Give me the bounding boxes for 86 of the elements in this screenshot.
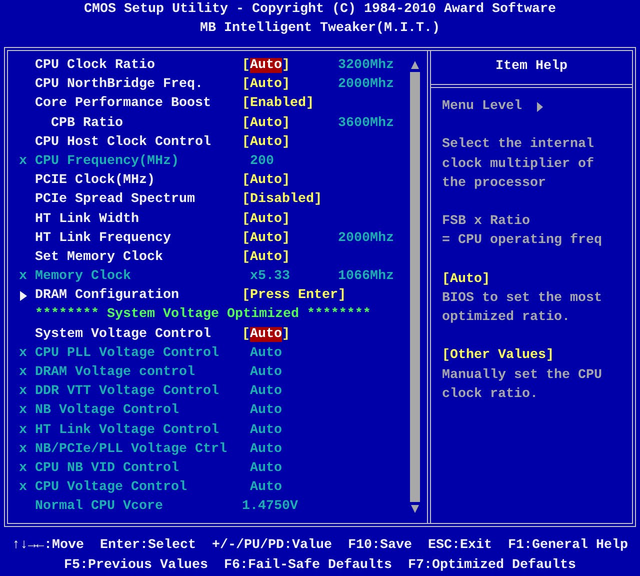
setting-value: x5.33 bbox=[249, 268, 290, 286]
locked-marker: x bbox=[19, 152, 27, 171]
help-text: the processor bbox=[442, 174, 547, 193]
setting-value[interactable]: [Auto] bbox=[242, 248, 290, 268]
key-hint: F5:Previous Values bbox=[64, 557, 208, 575]
help-option-heading: [Auto] bbox=[442, 270, 491, 289]
locked-marker: x bbox=[19, 422, 27, 440]
setting-label: Normal CPU Vcore bbox=[35, 498, 163, 516]
setting-label[interactable]: CPU NorthBridge Freq. bbox=[35, 75, 203, 94]
setting-value[interactable]: [Auto] bbox=[242, 114, 290, 133]
locked-marker: x bbox=[19, 402, 27, 420]
setting-label[interactable]: CPB Ratio bbox=[35, 114, 123, 133]
setting-reading: 3200Mhz bbox=[338, 57, 394, 75]
setting-value: Auto bbox=[249, 440, 282, 459]
setting-label: Memory Clock bbox=[35, 268, 131, 286]
setting-label: HT Link Voltage Control bbox=[35, 422, 219, 440]
setting-value[interactable]: [Auto] bbox=[242, 75, 290, 94]
setting-value[interactable]: [Auto] bbox=[242, 132, 290, 152]
key-hint: +/-/PU/PD:Value bbox=[212, 537, 332, 555]
help-text: clock multiplier of bbox=[442, 156, 595, 174]
menu-level-label: Menu Level bbox=[442, 98, 522, 116]
setting-value[interactable]: [Auto] bbox=[242, 210, 290, 229]
setting-value[interactable]: [Enabled] bbox=[242, 94, 314, 114]
submenu-arrow-icon bbox=[19, 290, 27, 301]
setting-value: 1.4750V bbox=[242, 498, 298, 516]
setting-value: Auto bbox=[249, 383, 282, 402]
locked-marker: x bbox=[19, 479, 27, 498]
utility-title: CMOS Setup Utility - Copyright (C) 1984-2010 Award Software bbox=[84, 1, 556, 19]
help-option-heading: [Other Values] bbox=[442, 347, 555, 366]
setting-reading: 2000Mhz bbox=[338, 76, 394, 94]
setting-label[interactable]: CPU Host Clock Control bbox=[35, 132, 211, 152]
locked-marker: x bbox=[19, 460, 27, 478]
key-hint: F6:Fail-Safe Defaults bbox=[224, 557, 392, 575]
setting-label[interactable]: PCIE Clock(MHz) bbox=[35, 171, 155, 190]
locked-marker: x bbox=[19, 383, 27, 402]
setting-value[interactable]: [Auto] bbox=[242, 228, 290, 248]
setting-label: DDR VTT Voltage Control bbox=[35, 383, 219, 402]
setting-reading: 3600Mhz bbox=[338, 114, 394, 133]
key-hint: F1:General Help bbox=[508, 537, 628, 555]
setting-value: Auto bbox=[249, 344, 282, 363]
help-text: = CPU operating freq bbox=[442, 232, 603, 250]
setting-label[interactable]: System Voltage Control bbox=[35, 324, 211, 344]
key-hint: ↑↓→←:Move bbox=[12, 537, 84, 555]
help-text: Select the internal bbox=[442, 136, 595, 154]
setting-label: NB Voltage Control bbox=[35, 402, 179, 420]
key-hint: ESC:Exit bbox=[428, 537, 492, 555]
setting-label: CPU PLL Voltage Control bbox=[35, 344, 219, 363]
setting-label[interactable]: HT Link Frequency bbox=[35, 228, 171, 248]
setting-value: Auto bbox=[249, 364, 282, 382]
key-hint: F7:Optimized Defaults bbox=[408, 557, 576, 575]
locked-marker: x bbox=[19, 364, 27, 382]
help-text: FSB x Ratio bbox=[442, 213, 531, 232]
help-text: Manually set the CPU bbox=[442, 366, 603, 385]
key-hint: F10:Save bbox=[348, 537, 412, 555]
help-text: clock ratio. bbox=[442, 386, 539, 404]
setting-label[interactable]: Set Memory Clock bbox=[35, 248, 163, 268]
setting-label: CPU Frequency(MHz) bbox=[35, 152, 179, 171]
setting-value: Auto bbox=[249, 402, 282, 420]
setting-label[interactable]: HT Link Width bbox=[35, 210, 139, 229]
setting-value: Auto bbox=[249, 479, 282, 498]
setting-value[interactable]: [Disabled] bbox=[242, 190, 322, 210]
setting-value: Auto bbox=[249, 422, 282, 440]
locked-marker: x bbox=[19, 268, 27, 286]
setting-reading: 1066Mhz bbox=[338, 268, 394, 286]
help-text: optimized ratio. bbox=[442, 309, 571, 328]
setting-label: DRAM Voltage control bbox=[35, 364, 195, 382]
setting-label: CPU NB VID Control bbox=[35, 460, 179, 478]
locked-marker: x bbox=[19, 344, 27, 363]
setting-value[interactable]: [Auto] bbox=[242, 171, 290, 190]
submenu-item[interactable]: DRAM Configuration bbox=[35, 286, 179, 306]
setting-reading: 2000Mhz bbox=[338, 230, 394, 248]
help-text: BIOS to set the most bbox=[442, 290, 603, 308]
setting-label: NB/PCIe/PLL Voltage Ctrl bbox=[35, 440, 227, 459]
menu-level-arrow-icon bbox=[536, 102, 543, 112]
key-hint: Enter:Select bbox=[100, 537, 196, 555]
setting-label[interactable]: Core Performance Boost bbox=[35, 94, 211, 114]
setting-label[interactable]: CPU Clock Ratio bbox=[35, 56, 155, 76]
section-heading: ******** System Voltage Optimized ******** bbox=[35, 306, 371, 324]
setting-label: CPU Voltage Control bbox=[35, 479, 187, 498]
setting-value: [Press Enter] bbox=[242, 287, 346, 306]
setting-label[interactable]: PCIe Spread Spectrum bbox=[35, 190, 195, 210]
setting-value: Auto bbox=[249, 460, 282, 478]
page-title: MB Intelligent Tweaker(M.I.T.) bbox=[200, 20, 440, 38]
help-title: Item Help bbox=[496, 59, 568, 74]
locked-marker: x bbox=[19, 440, 27, 459]
setting-value: 200 bbox=[249, 152, 274, 171]
